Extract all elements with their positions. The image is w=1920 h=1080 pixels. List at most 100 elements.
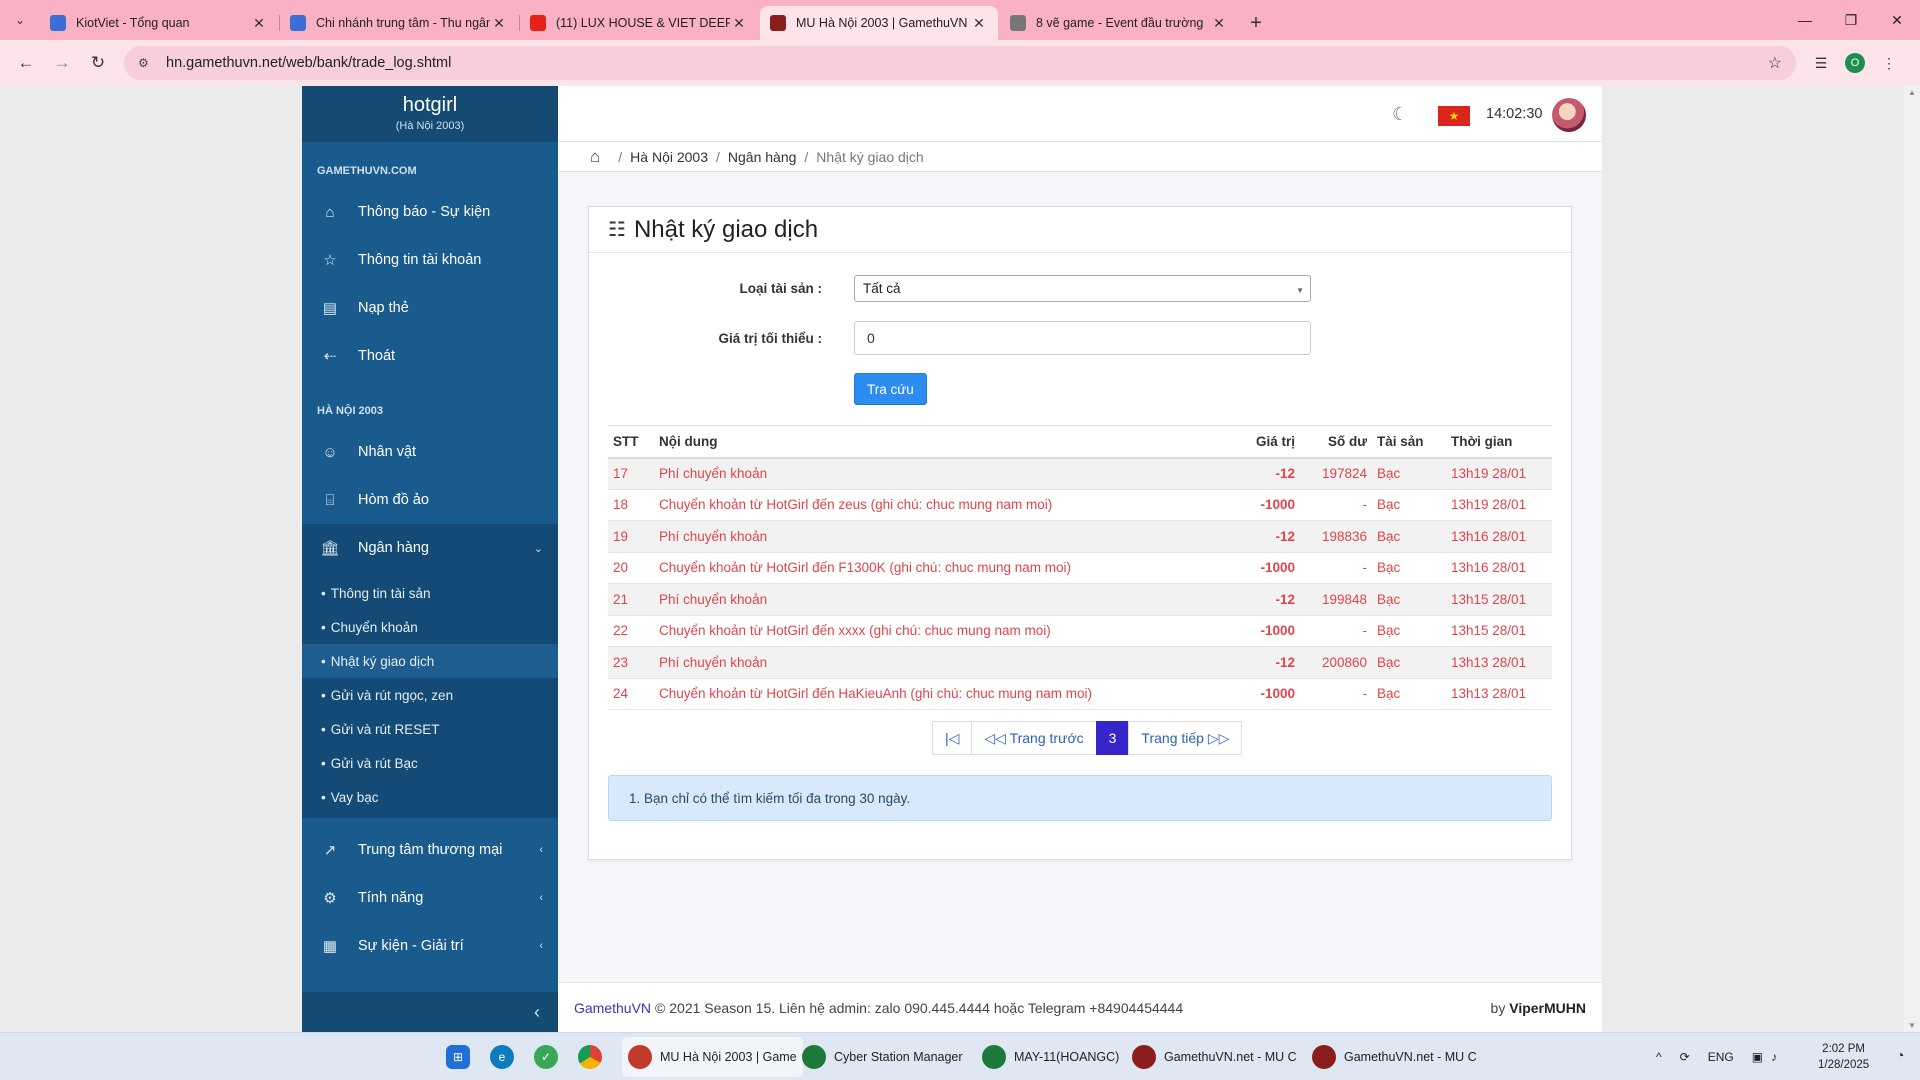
app-icon[interactable]: ✓	[534, 1045, 558, 1069]
cell-value: -12	[1230, 520, 1300, 553]
breadcrumb-section[interactable]: Ngân hàng	[728, 149, 797, 165]
tray-expand-icon[interactable]: ^	[1656, 1050, 1662, 1064]
bank-submenu-item[interactable]: Thông tin tài sản	[302, 576, 558, 610]
sidebar-item-bank[interactable]: 🏛 Ngân hàng ⌄	[302, 524, 558, 572]
app-launcher[interactable]: ✓	[534, 1037, 566, 1077]
taskbar-app[interactable]: GamethuVN.net - MU C	[1132, 1037, 1297, 1077]
cell-asset: Bạc	[1372, 489, 1446, 521]
prev-page-button[interactable]: ◁◁ Trang trước	[971, 721, 1097, 755]
sidebar-item-icon: ▦	[322, 938, 338, 955]
close-window-icon[interactable]: ✕	[1874, 0, 1920, 40]
cell-content: Chuyển khoản từ HotGirl đến HaKieuAnh (g…	[654, 678, 1230, 710]
user-avatar[interactable]	[1552, 98, 1586, 132]
new-tab-button[interactable]: +	[1240, 6, 1272, 40]
bookmark-star-icon[interactable]: ☆	[1768, 53, 1782, 73]
browser-tab[interactable]: Chi nhánh trung tâm - Thu ngân ✕	[280, 6, 520, 40]
scroll-down-icon[interactable]: ▼	[1904, 1021, 1920, 1030]
sync-icon[interactable]: ⟳	[1680, 1050, 1690, 1064]
taskbar-app-label: GamethuVN.net - MU C	[1164, 1050, 1297, 1064]
taskbar-app[interactable]: MU Hà Nội 2003 | Game	[622, 1037, 803, 1077]
sidebar-item[interactable]: ⌂ Thông báo - Sự kiện	[302, 188, 558, 236]
browser-tab[interactable]: KiotViet - Tổng quan ✕	[40, 6, 280, 40]
media-controls-icon[interactable]: ☰	[1804, 46, 1838, 80]
network-icon[interactable]: ▣	[1752, 1050, 1763, 1064]
taskbar-app[interactable]: Cyber Station Manager	[802, 1037, 963, 1077]
dark-mode-moon-icon[interactable]: ☾	[1392, 104, 1408, 125]
bank-submenu-item[interactable]: Nhật ký giao dịch	[302, 644, 558, 678]
sidebar-item[interactable]: ☆ Thông tin tài khoản	[302, 236, 558, 284]
sidebar-item[interactable]: ☺ Nhân vật	[302, 428, 558, 476]
breadcrumb-current: Nhật ký giao dịch	[816, 148, 924, 165]
bank-submenu-item[interactable]: Chuyển khoản	[302, 610, 558, 644]
list-icon: ☷	[608, 219, 626, 241]
page-scrollbar[interactable]: ▲ ▼	[1904, 86, 1920, 1032]
sidebar-item[interactable]: ⇠ Thoát	[302, 332, 558, 380]
tab-close-icon[interactable]: ✕	[490, 15, 508, 32]
back-icon[interactable]: ←	[8, 45, 44, 81]
start-button[interactable]: ⊞	[446, 1037, 478, 1077]
cell-content: Phí chuyển khoản	[654, 646, 1230, 679]
chevron-left-icon[interactable]: ‹	[534, 1002, 540, 1023]
asset-type-select[interactable]: Tất cả ▼	[854, 274, 1311, 302]
sidebar-brand[interactable]: hotgirl (Hà Nội 2003)	[302, 86, 558, 142]
restore-icon[interactable]: ❐	[1828, 0, 1874, 40]
url-omnibox[interactable]: ⚙ hn.gamethuvn.net/web/bank/trade_log.sh…	[124, 46, 1796, 80]
tab-close-icon[interactable]: ✕	[250, 15, 268, 32]
sidebar-item[interactable]: ▤ Nạp thẻ	[302, 284, 558, 332]
sidebar-item[interactable]: ⌸ Hòm đồ ảo	[302, 476, 558, 524]
tab-close-icon[interactable]: ✕	[1210, 15, 1228, 32]
chrome-icon[interactable]	[578, 1045, 602, 1069]
edge-icon[interactable]: e	[490, 1045, 514, 1069]
search-button[interactable]: Tra cứu	[854, 373, 927, 405]
browser-menu-icon[interactable]: ⋮	[1872, 46, 1906, 80]
site-info-icon[interactable]: ⚙	[138, 56, 156, 70]
language-indicator[interactable]: ENG	[1708, 1050, 1734, 1064]
chrome-app[interactable]	[578, 1037, 610, 1077]
cell-time: 13h19 28/01	[1446, 457, 1552, 490]
windows-start-icon[interactable]: ⊞	[446, 1045, 470, 1069]
sidebar-item[interactable]: ⚙ Tính năng ‹	[302, 874, 558, 922]
reload-icon[interactable]: ↻	[80, 45, 116, 81]
cell-value: -1000	[1230, 615, 1300, 647]
current-page[interactable]: 3	[1095, 721, 1130, 755]
tab-close-icon[interactable]: ✕	[730, 15, 748, 32]
bank-submenu-item[interactable]: Gửi và rút Bạc	[302, 746, 558, 780]
profile-avatar[interactable]: O	[1845, 53, 1865, 73]
taskbar-app[interactable]: MAY-11(HOANGC)	[982, 1037, 1119, 1077]
url-text[interactable]: hn.gamethuvn.net/web/bank/trade_log.shtm…	[166, 55, 1768, 71]
bank-submenu-item[interactable]: Gửi và rút RESET	[302, 712, 558, 746]
first-page-button[interactable]: |◁	[932, 721, 973, 755]
sidebar-collapse-button[interactable]: ‹	[302, 992, 558, 1032]
table-row: 23 Phí chuyển khoản -12 200860 Bạc 13h13 28/0…	[608, 646, 1552, 679]
browser-tab[interactable]: MU Hà Nội 2003 | GamethuVN ✕	[760, 6, 998, 40]
cell-asset: Bạc	[1372, 552, 1446, 584]
min-value-input[interactable]: 0	[854, 321, 1311, 355]
footer-brand-link[interactable]: GamethuVN	[574, 1000, 651, 1016]
browser-tab[interactable]: (11) LUX HOUSE & VIET DEEP ✕	[520, 6, 758, 40]
sidebar-item-icon: ↗	[323, 842, 337, 859]
volume-icon[interactable]: ♪	[1771, 1050, 1777, 1064]
forward-icon[interactable]: →	[44, 45, 80, 81]
cell-content: Chuyển khoản từ HotGirl đến F1300K (ghi …	[654, 552, 1230, 584]
sidebar-item[interactable]: ▦ Sự kiện - Giải trí ‹	[302, 922, 558, 970]
breadcrumb-server[interactable]: Hà Nội 2003	[630, 149, 708, 165]
scroll-up-icon[interactable]: ▲	[1904, 88, 1920, 97]
tab-title: (11) LUX HOUSE & VIET DEEP	[556, 16, 730, 30]
taskbar-date: 1/28/2025	[1818, 1059, 1870, 1071]
edge-app[interactable]: e	[490, 1037, 522, 1077]
home-icon[interactable]: ⌂	[590, 147, 600, 167]
trade-log-card: ☷ Nhật ký giao dịch Loại tài sản : Tất c…	[588, 206, 1572, 860]
sidebar-item[interactable]: ↗ Trung tâm thương mại ‹	[302, 826, 558, 874]
minimize-icon[interactable]: —	[1782, 0, 1828, 40]
top-header: ☾ ★ 14:02:30	[558, 86, 1602, 142]
tab-search-icon[interactable]: ⌄	[0, 0, 40, 40]
bank-submenu-item[interactable]: Vay bạc	[302, 780, 558, 814]
vietnam-flag-icon[interactable]: ★	[1438, 106, 1470, 126]
browser-tab[interactable]: 8 vẽ game - Event đầu trường ✕	[1000, 6, 1238, 40]
bank-submenu-item[interactable]: Gửi và rút ngọc, zen	[302, 678, 558, 712]
taskbar-app[interactable]: GamethuVN.net - MU C	[1312, 1037, 1477, 1077]
next-page-button[interactable]: Trang tiếp ▷▷	[1128, 721, 1243, 755]
notification-icon[interactable]: ◔	[1896, 1047, 1904, 1063]
taskbar-clock[interactable]: 2:02 PM 1/28/2025	[1818, 1041, 1869, 1073]
tab-close-icon[interactable]: ✕	[970, 15, 988, 32]
